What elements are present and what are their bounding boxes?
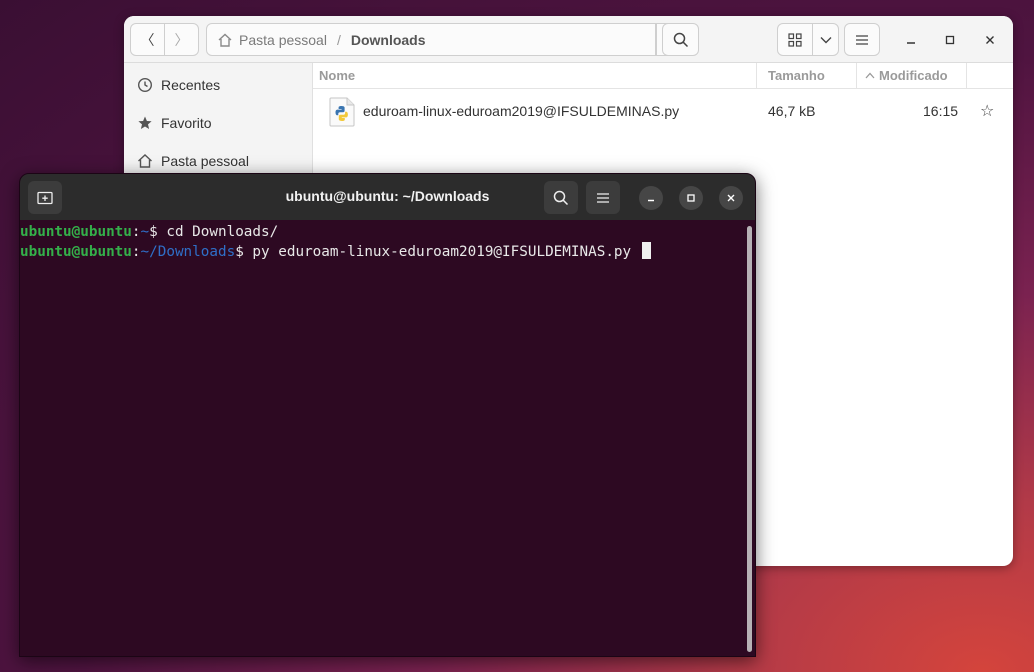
sidebar-item-favorito[interactable]: Favorito: [124, 105, 312, 141]
terminal-window: ubuntu@ubuntu: ~/Downloads ubuntu@ubuntu…: [19, 173, 756, 657]
home-icon: [136, 152, 154, 170]
column-header-modified-label: Modificado: [879, 68, 948, 83]
column-header-size[interactable]: Tamanho: [756, 63, 856, 88]
path-segment-current[interactable]: Downloads: [351, 32, 426, 48]
file-manager-header: 〈 〉 Pasta pessoal / Downloads: [124, 16, 1013, 63]
sidebar-item-label: Favorito: [161, 115, 212, 131]
prompt-path: ~: [140, 224, 150, 240]
prompt-symbol: $: [149, 224, 158, 240]
view-toggle-button[interactable]: [777, 23, 813, 56]
file-size: 46,7 kB: [768, 103, 816, 119]
close-icon: [986, 36, 994, 44]
search-icon: [673, 32, 688, 47]
chevron-left-icon: 〈: [140, 31, 155, 48]
prompt-path: ~/Downloads: [140, 244, 236, 260]
command-text: cd Downloads/: [157, 224, 279, 240]
minimize-icon: [907, 42, 915, 44]
prompt-user: ubuntu@ubuntu: [20, 244, 132, 260]
file-name[interactable]: eduroam-linux-eduroam2019@IFSULDEMINAS.p…: [363, 103, 679, 119]
column-headers: Nome Tamanho Modificado: [313, 63, 1013, 89]
terminal-scrollbar[interactable]: [747, 226, 752, 652]
column-header-spacer: [966, 63, 1013, 88]
file-row[interactable]: eduroam-linux-eduroam2019@IFSULDEMINAS.p…: [313, 92, 1013, 132]
python-file-icon: [329, 97, 355, 127]
prompt-colon: :: [131, 244, 141, 260]
hamburger-icon: [856, 34, 868, 45]
prompt-symbol: $: [235, 244, 244, 260]
sidebar-item-label: Pasta pessoal: [161, 153, 249, 169]
minimize-icon: [648, 199, 654, 202]
search-button[interactable]: [662, 23, 699, 56]
view-options-dropdown[interactable]: [812, 23, 839, 56]
terminal-minimize-button[interactable]: [639, 186, 663, 210]
close-button[interactable]: [976, 26, 1004, 54]
home-icon: [218, 33, 232, 47]
terminal-maximize-button[interactable]: [679, 186, 703, 210]
prompt-user: ubuntu@ubuntu: [20, 224, 132, 240]
hamburger-icon: [597, 192, 609, 203]
back-button[interactable]: 〈: [130, 23, 165, 56]
file-modified: 16:15: [923, 103, 959, 119]
close-icon: [727, 194, 735, 202]
minimize-button[interactable]: [897, 26, 925, 54]
path-segment-home[interactable]: Pasta pessoal: [239, 32, 327, 48]
star-outline-icon[interactable]: ☆: [980, 101, 994, 121]
maximize-button[interactable]: [936, 26, 964, 54]
star-icon: [136, 114, 154, 132]
forward-button[interactable]: 〉: [164, 23, 199, 56]
main-menu-button[interactable]: [844, 23, 880, 56]
terminal-line: ubuntu@ubuntu:~/Downloads$ py eduroam-li…: [20, 242, 651, 260]
clock-icon: [136, 76, 154, 94]
sidebar-item-label: Recentes: [161, 77, 221, 93]
sidebar-item-recentes[interactable]: Recentes: [124, 67, 312, 103]
column-header-modified[interactable]: Modificado: [856, 63, 966, 88]
search-icon: [553, 190, 569, 205]
terminal-search-button[interactable]: [544, 181, 578, 214]
maximize-icon: [687, 194, 695, 202]
chevron-right-icon: 〉: [174, 31, 189, 48]
chevron-down-icon: [820, 36, 831, 43]
terminal-output[interactable]: ubuntu@ubuntu:~$ cd Downloads/ ubuntu@ub…: [20, 222, 755, 656]
terminal-close-button[interactable]: [719, 186, 743, 210]
prompt-colon: :: [131, 224, 141, 240]
sort-up-icon: [865, 72, 875, 79]
path-separator: /: [336, 31, 341, 48]
terminal-header: ubuntu@ubuntu: ~/Downloads: [20, 174, 755, 220]
path-bar[interactable]: Pasta pessoal / Downloads: [206, 23, 656, 56]
maximize-icon: [945, 35, 955, 45]
text-cursor: [641, 242, 651, 259]
terminal-menu-button[interactable]: [586, 181, 620, 214]
grid-icon: [788, 32, 802, 47]
command-text: py eduroam-linux-eduroam2019@IFSULDEMINA…: [243, 244, 640, 260]
column-header-name[interactable]: Nome: [319, 63, 355, 88]
terminal-line: ubuntu@ubuntu:~$ cd Downloads/: [20, 224, 278, 240]
